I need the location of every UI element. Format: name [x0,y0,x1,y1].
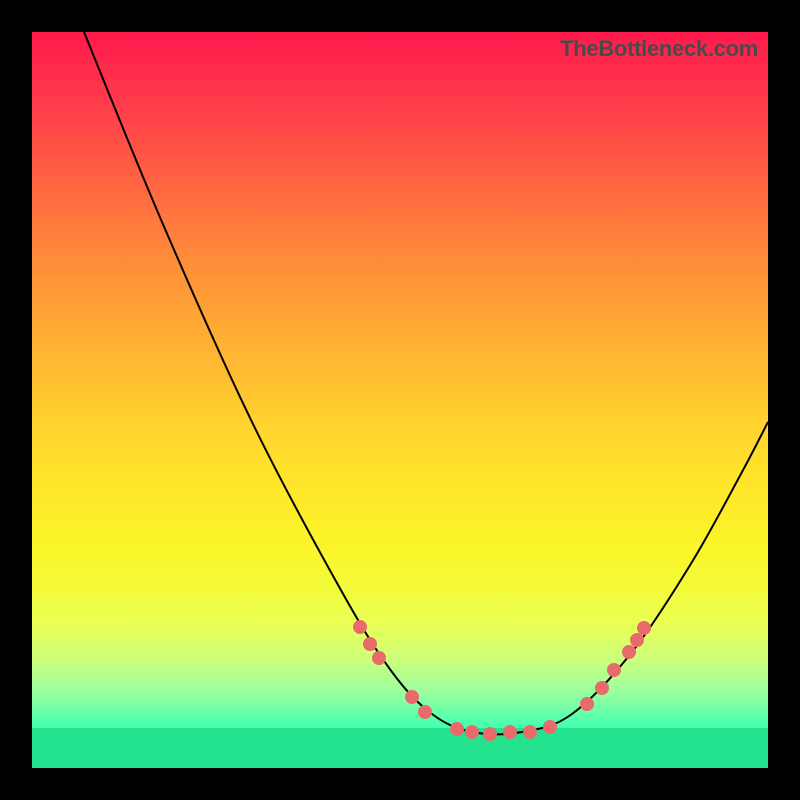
chart-svg [32,32,768,768]
marker-dot [622,645,636,659]
marker-dot [503,725,517,739]
marker-dot [363,637,377,651]
marker-dot [353,620,367,634]
marker-dot [418,705,432,719]
marker-dot [405,690,419,704]
marker-dot [637,621,651,635]
marker-dot [630,633,644,647]
marker-dot [607,663,621,677]
marker-dot [483,727,497,741]
outer-frame: TheBottleneck.com [0,0,800,800]
marker-dot [450,722,464,736]
plot-area: TheBottleneck.com [32,32,768,768]
marker-dot [595,681,609,695]
marker-dot [580,697,594,711]
marker-dot [543,720,557,734]
marker-dot [465,725,479,739]
bottleneck-curve [84,32,768,734]
marker-dot [372,651,386,665]
marker-dot [523,725,537,739]
